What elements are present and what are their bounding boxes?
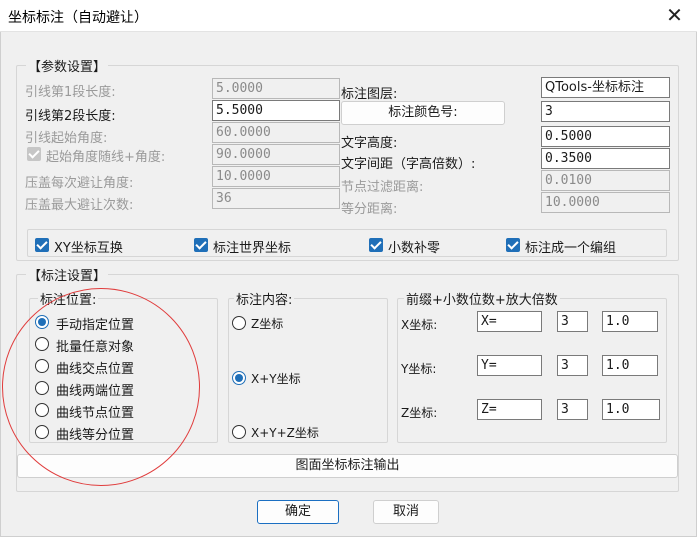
color-number-input[interactable]: 3 — [541, 101, 670, 122]
zero-pad-checkbox[interactable] — [369, 238, 383, 252]
divide-distance-label: 等分距离: — [341, 202, 398, 217]
title-bar: 坐标标注（自动避让） ✕ — [0, 0, 697, 32]
export-annotation-label: 图面坐标标注输出 — [295, 458, 400, 473]
content-radio-xyz[interactable] — [232, 425, 246, 439]
text-height-label: 文字高度: — [341, 136, 398, 151]
prefix-group-title: 前缀+小数位数+放大倍数 — [404, 289, 560, 308]
text-spacing-input[interactable]: 0.3500 — [541, 148, 670, 169]
start-angle-follow-checkbox[interactable] — [27, 147, 41, 161]
single-group-checkbox[interactable] — [506, 238, 520, 252]
y-coord-label: Y坐标: — [401, 362, 437, 376]
world-coord-label: 标注世界坐标 — [213, 241, 292, 256]
color-number-button-label: 标注颜色号: — [388, 105, 458, 120]
content-option-label: Z坐标 — [251, 317, 284, 331]
cancel-button[interactable]: 取消 — [373, 500, 439, 524]
layer-input[interactable]: QTools-坐标标注 — [541, 77, 670, 98]
content-radio-z[interactable] — [232, 316, 246, 330]
z-decimals-input[interactable]: 3 — [557, 399, 588, 420]
window-title: 坐标标注（自动避让） — [8, 10, 148, 26]
ok-button[interactable]: 确定 — [257, 500, 339, 524]
cancel-button-label: 取消 — [392, 504, 419, 519]
z-prefix-input[interactable]: Z= — [477, 399, 542, 420]
z-scale-input[interactable]: 1.0 — [602, 399, 660, 420]
annotation-circle — [2, 288, 200, 486]
y-decimals-input[interactable]: 3 — [557, 355, 588, 376]
y-scale-input[interactable]: 1.0 — [602, 355, 658, 376]
params-group-title: 【参数设置】 — [26, 56, 109, 75]
close-icon[interactable]: ✕ — [652, 0, 697, 32]
content-group-title: 标注内容: — [234, 289, 295, 308]
x-decimals-input[interactable]: 3 — [557, 311, 588, 332]
x-coord-label: X坐标: — [401, 318, 438, 332]
lead-seg1-input[interactable]: 5.0000 — [212, 78, 340, 99]
content-radio-xy[interactable] — [232, 371, 246, 385]
lead-seg2-input[interactable]: 5.5000 — [212, 100, 340, 121]
divide-distance-input[interactable]: 10.0000 — [541, 192, 670, 213]
world-coord-checkbox[interactable] — [194, 238, 208, 252]
xy-swap-label: XY坐标互换 — [54, 241, 123, 256]
x-prefix-input[interactable]: X= — [477, 311, 542, 332]
node-filter-input[interactable]: 0.0100 — [541, 170, 670, 191]
node-filter-label: 节点过滤距离: — [341, 180, 424, 195]
annot-group-title: 【标注设置】 — [26, 265, 109, 284]
ok-button-label: 确定 — [284, 504, 311, 519]
xy-swap-checkbox[interactable] — [35, 238, 49, 252]
lead-seg2-label: 引线第2段长度: — [25, 109, 116, 124]
text-height-input[interactable]: 0.5000 — [541, 126, 670, 147]
y-prefix-input[interactable]: Y= — [477, 355, 542, 376]
content-option-label: X+Y坐标 — [251, 372, 301, 386]
z-coord-label: Z坐标: — [401, 406, 438, 420]
x-scale-input[interactable]: 1.0 — [602, 311, 658, 332]
start-angle-follow-input[interactable]: 90.0000 — [212, 144, 340, 165]
zero-pad-label: 小数补零 — [388, 241, 441, 256]
lead-start-angle-input[interactable]: 60.0000 — [212, 122, 340, 143]
start-angle-follow-label: 起始角度随线+角度: — [46, 150, 166, 165]
lead-start-angle-label: 引线起始角度: — [25, 131, 108, 146]
avoid-max-input[interactable]: 36 — [212, 188, 340, 209]
color-number-button[interactable]: 标注颜色号: — [341, 101, 505, 125]
single-group-label: 标注成一个编组 — [525, 241, 617, 256]
avoid-angle-input[interactable]: 10.0000 — [212, 166, 340, 187]
avoid-angle-label: 压盖每次避让角度: — [25, 176, 134, 191]
avoid-max-label: 压盖最大避让次数: — [25, 198, 134, 213]
lead-seg1-label: 引线第1段长度: — [25, 85, 116, 100]
content-option-label: X+Y+Z坐标 — [251, 426, 319, 440]
layer-label: 标注图层: — [341, 87, 398, 102]
text-spacing-label: 文字间距（字高倍数）: — [341, 157, 476, 172]
